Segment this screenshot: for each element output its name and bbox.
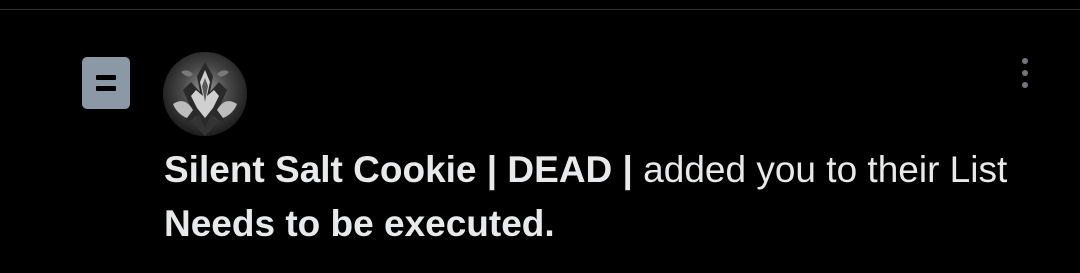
list-icon	[82, 57, 130, 109]
more-vertical-icon	[1022, 58, 1028, 64]
user-display-name[interactable]: Silent Salt Cookie | DEAD |	[164, 149, 633, 190]
list-name[interactable]: Needs to be executed.	[164, 203, 555, 244]
list-added-notification[interactable]: Silent Salt Cookie | DEAD | added you to…	[0, 10, 1080, 273]
avatar[interactable]	[163, 52, 247, 136]
action-text: added you to their List	[632, 149, 1008, 190]
more-options-button[interactable]	[1010, 52, 1040, 94]
notification-text: Silent Salt Cookie | DEAD | added you to…	[164, 143, 1064, 251]
